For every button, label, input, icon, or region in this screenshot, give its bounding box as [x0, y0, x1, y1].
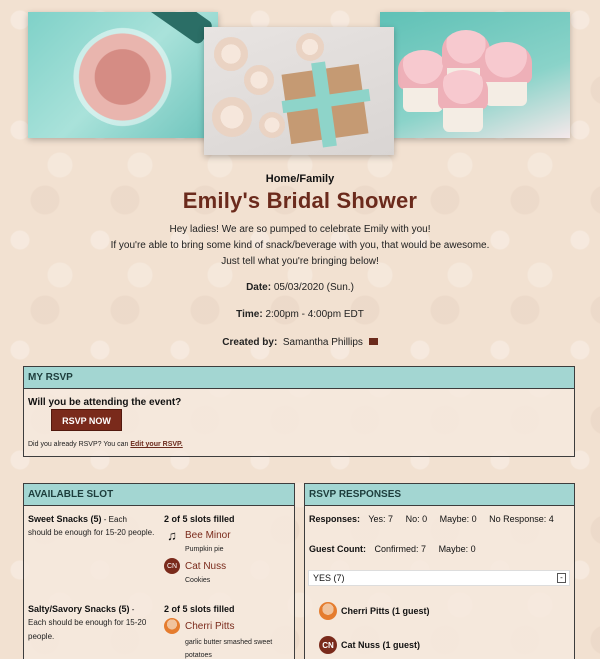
slot-signup: ♫ Bee Minor: [164, 528, 231, 543]
guest-count: Guest Count: Confirmed: 7 Maybe: 0: [309, 544, 486, 554]
maybe-count: Maybe: 0: [439, 514, 477, 524]
gift-box-photo: [204, 27, 394, 155]
music-note-icon: ♫: [167, 528, 177, 543]
champagne-photo: [28, 12, 218, 138]
time-label: Time:: [236, 309, 263, 320]
signup-item: garlic butter smashed sweet potatoes: [185, 639, 273, 659]
rsvp-responses-panel: RSVP RESPONSES Responses: Yes: 7 No: 0 M…: [304, 483, 575, 659]
guest-count-label: Guest Count:: [309, 544, 366, 554]
slot-signup: Cherri Pitts: [164, 618, 234, 634]
slot-filled-count: 2 of 5 slots filled: [164, 514, 235, 524]
avatar: CN: [319, 636, 337, 654]
event-date: Date: 05/03/2020 (Sun.): [0, 282, 600, 293]
cupcakes-photo: [380, 12, 570, 138]
no-count: No: 0: [405, 514, 428, 524]
signup-item: Pumpkin pie: [185, 546, 224, 553]
rsvp-note-text: Did you already RSVP? You can: [28, 441, 129, 448]
my-rsvp-panel: MY RSVP Will you be attending the event?…: [23, 366, 575, 457]
created-label: Created by:: [222, 337, 278, 348]
event-time: Time: 2:00pm - 4:00pm EDT: [0, 309, 600, 320]
date-label: Date:: [246, 282, 272, 293]
avatar: CN: [164, 558, 180, 574]
description-line: Just tell what you're bringing below!: [221, 256, 379, 267]
event-description: Hey ladies! We are so pumped to celebrat…: [0, 222, 600, 270]
my-rsvp-header: MY RSVP: [24, 367, 574, 389]
yes-section-label: YES (7): [313, 573, 345, 583]
yes-section-toggle[interactable]: YES (7) -: [308, 570, 570, 586]
guest-entry: Cherri Pitts (1 guest): [319, 602, 430, 620]
event-creator: Created by: Samantha Phillips: [0, 337, 600, 348]
response-counts: Responses: Yes: 7 No: 0 Maybe: 0 No Resp…: [309, 514, 564, 524]
responses-label: Responses:: [309, 514, 361, 524]
description-line: If you're able to bring some kind of sna…: [110, 240, 490, 251]
avatar: [164, 618, 180, 634]
rsvp-question: Will you be attending the event?: [28, 397, 182, 408]
rsvp-responses-header: RSVP RESPONSES: [305, 484, 574, 506]
available-slot-header: AVAILABLE SLOT: [24, 484, 294, 506]
creator-name: Samantha Phillips: [282, 337, 363, 348]
slot-signup: CN Cat Nuss: [164, 558, 226, 574]
edit-rsvp-link[interactable]: Edit your RSVP.: [130, 441, 182, 448]
rsvp-now-button[interactable]: RSVP NOW: [51, 409, 122, 431]
slot-title: Sweet Snacks (5): [28, 514, 102, 524]
avatar: [319, 602, 337, 620]
time-value: 2:00pm - 4:00pm EDT: [265, 309, 364, 320]
slot-name: Salty/Savory Snacks (5) -: [28, 604, 134, 614]
date-value: 05/03/2020 (Sun.): [273, 282, 354, 293]
guest-maybe-count: Maybe: 0: [438, 544, 476, 554]
slot-desc-inline: - Each: [101, 515, 127, 524]
signup-item: Cookies: [185, 577, 211, 584]
page-title: Emily's Bridal Shower: [182, 188, 418, 213]
slot-filled-count: 2 of 5 slots filled: [164, 604, 235, 614]
confirmed-count: Confirmed: 7: [374, 544, 427, 554]
slot-title: Salty/Savory Snacks (5): [28, 604, 130, 614]
slot-description: should be enough for 15-20 people.: [28, 528, 155, 537]
available-slot-panel: AVAILABLE SLOT Sweet Snacks (5) - Each s…: [23, 483, 295, 659]
slot-description: Each should be enough for 15-20 people.: [28, 618, 147, 641]
signup-name[interactable]: Cherri Pitts: [185, 621, 234, 632]
signup-name[interactable]: Bee Minor: [185, 530, 231, 541]
breadcrumb[interactable]: Home/Family: [0, 173, 600, 185]
slot-desc-inline: -: [129, 605, 135, 614]
slot-name: Sweet Snacks (5) - Each: [28, 514, 127, 524]
guest-entry: CN Cat Nuss (1 guest): [319, 636, 420, 654]
hero-photo-collage: [28, 12, 570, 162]
description-line: Hey ladies! We are so pumped to celebrat…: [169, 224, 431, 235]
guest-name: Cat Nuss (1 guest): [341, 640, 421, 650]
collapse-button[interactable]: -: [557, 573, 566, 583]
mail-icon[interactable]: [368, 338, 378, 345]
yes-count: Yes: 7: [368, 514, 394, 524]
guest-name: Cherri Pitts (1 guest): [341, 606, 430, 616]
rsvp-note: Did you already RSVP? You can Edit your …: [28, 441, 183, 448]
no-response-count: No Response: 4: [489, 514, 554, 524]
signup-name[interactable]: Cat Nuss: [185, 561, 226, 572]
